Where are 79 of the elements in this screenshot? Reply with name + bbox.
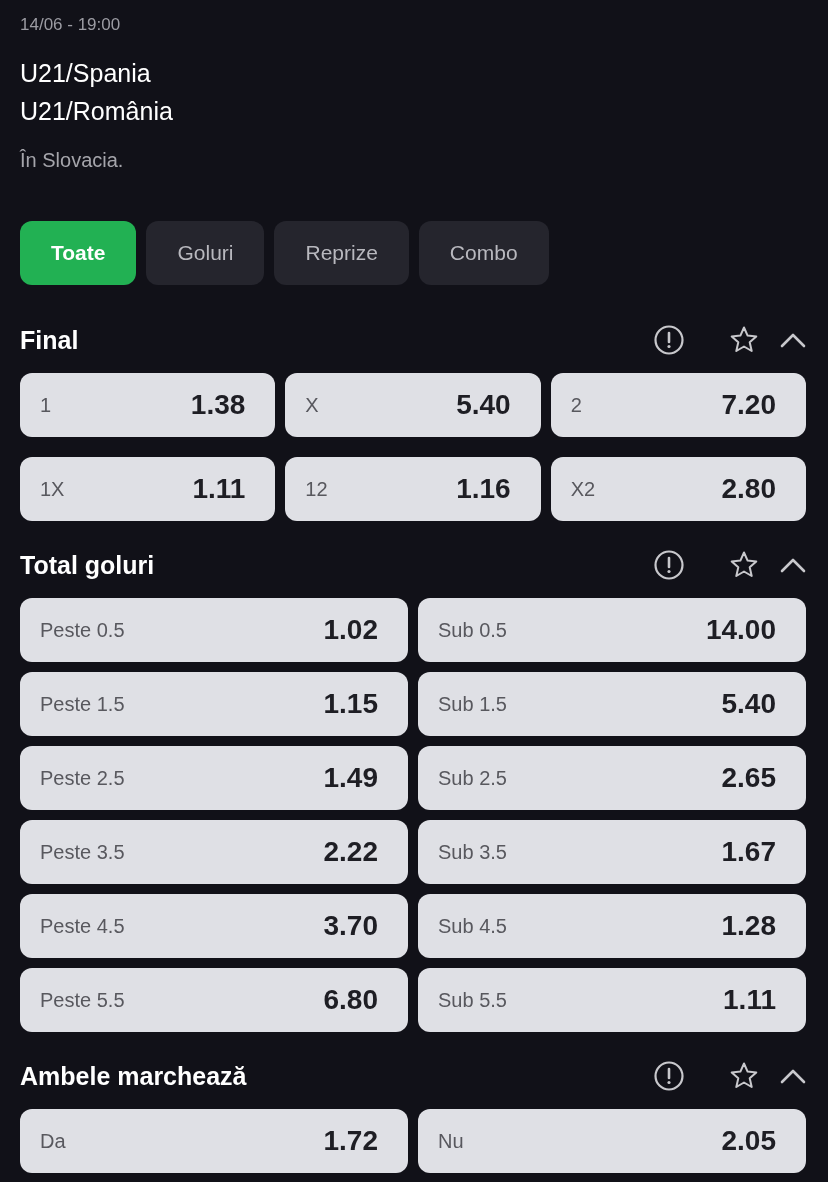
odds-value: 1.38 xyxy=(190,389,246,421)
odds-value: 5.40 xyxy=(721,688,776,720)
info-icon[interactable] xyxy=(654,325,684,355)
odds-value: 1.02 xyxy=(323,614,378,646)
outcome-label: 1 xyxy=(40,393,52,417)
odds-value: 14.00 xyxy=(705,614,776,646)
odds-value: 1.49 xyxy=(323,762,378,794)
outcome-label: Peste 5.5 xyxy=(40,988,125,1012)
odds-value: 1.15 xyxy=(323,688,378,720)
outcome-label: X2 xyxy=(570,477,596,501)
odds-button[interactable]: Sub 1.5 5.40 xyxy=(418,672,806,736)
odds-button[interactable]: Sub 3.5 1.67 xyxy=(418,820,806,884)
odds-button[interactable]: Peste 0.5 1.02 xyxy=(20,598,408,662)
outcome-label: X xyxy=(305,393,319,417)
odds-value: 1.16 xyxy=(456,473,511,505)
outcome-label: Peste 1.5 xyxy=(40,692,125,716)
odds-button[interactable]: Peste 4.5 3.70 xyxy=(20,894,408,958)
star-icon[interactable] xyxy=(729,325,759,355)
info-icon[interactable] xyxy=(654,1061,684,1091)
outcome-label: Peste 2.5 xyxy=(40,766,125,790)
odds-value: 7.20 xyxy=(721,389,776,421)
odds-button[interactable]: Peste 2.5 1.49 xyxy=(20,746,408,810)
outcome-label: Nu xyxy=(438,1129,464,1153)
odds-value: 2.22 xyxy=(323,836,378,868)
odds-button[interactable]: Peste 3.5 2.22 xyxy=(20,820,408,884)
market-title: Final xyxy=(20,325,79,355)
outcome-label: Da xyxy=(40,1129,66,1153)
outcome-label: Peste 3.5 xyxy=(40,840,125,864)
market-title: Ambele marchează xyxy=(20,1061,247,1091)
team-name: U21/Spania xyxy=(20,58,151,89)
filter-tab[interactable]: Goluri xyxy=(146,221,265,285)
outcome-label: Sub 0.5 xyxy=(438,618,507,642)
odds-button[interactable]: Da 1.72 xyxy=(20,1109,408,1173)
outcome-label: Sub 4.5 xyxy=(438,914,507,938)
odds-button[interactable]: Sub 0.5 14.00 xyxy=(418,598,806,662)
odds-value: 2.05 xyxy=(721,1125,776,1157)
venue-text: În Slovacia. xyxy=(20,148,124,172)
odds-button[interactable]: 2 7.20 xyxy=(550,373,806,437)
odds-button[interactable]: Peste 5.5 6.80 xyxy=(20,968,408,1032)
odds-button[interactable]: Peste 1.5 1.15 xyxy=(20,672,408,736)
odds-button[interactable]: X2 2.80 xyxy=(550,457,806,521)
info-icon[interactable] xyxy=(654,550,684,580)
outcome-label: Sub 1.5 xyxy=(438,692,507,716)
odds-button[interactable]: 1X 1.11 xyxy=(20,457,276,521)
outcome-label: 1X xyxy=(40,477,65,501)
odds-button[interactable]: X 5.40 xyxy=(285,373,541,437)
chevron-up-icon[interactable] xyxy=(780,332,806,348)
odds-button[interactable]: Sub 2.5 2.65 xyxy=(418,746,806,810)
odds-button[interactable]: 1 1.38 xyxy=(20,373,276,437)
odds-value: 1.28 xyxy=(721,910,776,942)
odds-value: 2.80 xyxy=(721,473,776,505)
odds-value: 1.67 xyxy=(721,836,776,868)
outcome-label: Sub 2.5 xyxy=(438,766,507,790)
outcome-label: Sub 3.5 xyxy=(438,840,507,864)
match-datetime: 14/06 - 19:00 xyxy=(20,15,122,35)
outcome-label: Sub 5.5 xyxy=(438,988,507,1012)
star-icon[interactable] xyxy=(729,550,759,580)
outcome-label: 2 xyxy=(570,393,582,417)
chevron-up-icon[interactable] xyxy=(780,557,806,573)
outcome-label: 12 xyxy=(305,477,328,501)
odds-button[interactable]: Nu 2.05 xyxy=(418,1109,806,1173)
star-icon[interactable] xyxy=(729,1061,759,1091)
filter-tab[interactable]: Combo xyxy=(418,221,549,285)
odds-button[interactable]: Sub 5.5 1.11 xyxy=(418,968,806,1032)
outcome-label: Peste 4.5 xyxy=(40,914,125,938)
odds-value: 3.70 xyxy=(323,910,378,942)
odds-value: 1.72 xyxy=(323,1125,378,1157)
market-title: Total goluri xyxy=(20,550,155,580)
odds-value: 6.80 xyxy=(323,984,378,1016)
filter-tab[interactable]: Reprize xyxy=(274,221,409,285)
outcome-label: Peste 0.5 xyxy=(40,618,125,642)
odds-button[interactable]: Sub 4.5 1.28 xyxy=(418,894,806,958)
odds-value: 5.40 xyxy=(456,389,511,421)
odds-value: 1.11 xyxy=(723,984,776,1016)
chevron-up-icon[interactable] xyxy=(780,1068,806,1084)
team-name: U21/România xyxy=(20,96,173,127)
odds-value: 1.11 xyxy=(192,473,246,505)
odds-button[interactable]: 12 1.16 xyxy=(285,457,541,521)
odds-value: 2.65 xyxy=(721,762,776,794)
